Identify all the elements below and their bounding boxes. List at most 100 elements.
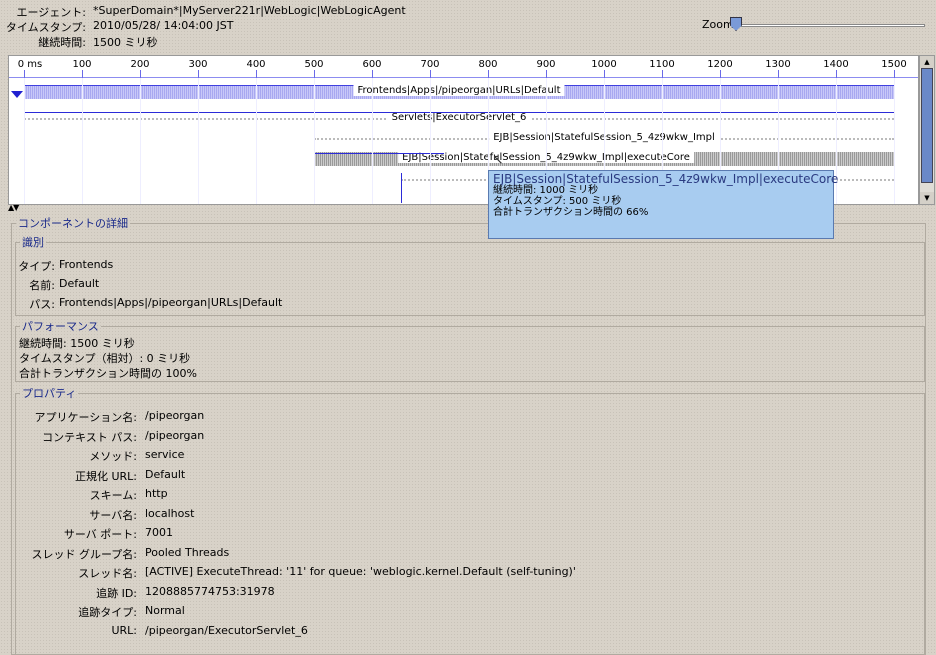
duration-value: 1500 ミリ秒 [93,36,158,49]
perf-duration: 継続時間: 1500 ミリ秒 [19,337,135,350]
ruler-tick [894,70,895,78]
ruler-tick-label: 1500 [881,59,907,70]
ruler-tick [372,70,373,78]
scroll-down-icon[interactable]: ▼ [920,192,934,204]
row-connector [401,173,402,203]
tooltip: EJB|Session|StatefulSession_5_4z9wkw_Imp… [488,170,839,239]
ruler-tick [140,70,141,78]
zoom-slider-track[interactable] [735,24,925,27]
row-connector [314,153,444,154]
property-label: スキーム: [89,489,137,502]
ruler-tick [488,70,489,78]
property-label: コンテキスト パス: [42,430,137,444]
ruler-tick [778,70,779,78]
property-value: localhost [145,506,195,520]
property-value: http [145,487,168,500]
ruler-tick-label: 1000 [591,59,617,70]
zoom-label: Zoom [702,18,734,31]
ruler-tick-label: 700 [420,59,440,70]
ruler-tick-label: 500 [304,59,324,70]
ruler-tick-label: 600 [362,59,382,70]
property-value: /pipeorgan/ExecutorServlet_6 [145,623,308,637]
ruler-tick [720,70,721,78]
property-label: URL: [111,623,137,637]
property-label: サーバ ポート: [63,528,137,541]
perf-percent: 合計トランザクション時間の 100% [19,367,197,380]
performance-title: パフォーマンス [22,320,99,333]
path-value: Frontends|Apps|/pipeorgan|URLs|Default [59,296,283,309]
scroll-up-icon[interactable]: ▲ [920,56,934,68]
ruler-tick [662,70,663,78]
ruler-tick [604,70,605,78]
identity-title: 識別 [22,236,44,249]
property-label: 追跡タイプ: [78,606,137,619]
grid-line [24,78,25,204]
splitter-arrows-icon[interactable]: ▲▼ [8,203,19,212]
path-label: パス: [29,298,55,311]
property-value: Pooled Threads [145,545,230,559]
ruler-tick-label: 900 [536,59,556,70]
ruler-tick-label: 200 [130,59,150,70]
property-value: /pipeorgan [145,409,205,422]
property-label: メソッド: [89,450,137,463]
ruler-tick-label: 0 ms [17,59,43,70]
type-value: Frontends [59,258,114,271]
name-value: Default [59,277,100,290]
grid-line [430,78,431,204]
ruler-tick-label: 300 [188,59,208,70]
grid-line [372,78,373,204]
timeline-row[interactable]: Servlets|ExecutorServlet_6 [24,112,894,126]
ruler-tick [82,70,83,78]
duration-label: 継続時間: [38,36,86,49]
time-ruler: 0 ms 100 200 300 400 500 600 700 800 900 1000 1100 1… [9,56,918,78]
ruler-tick [198,70,199,78]
properties-title: プロパティ [22,387,77,400]
ruler-tick [430,70,431,78]
ruler-tick-label: 1400 [823,59,849,70]
grid-line [314,78,315,204]
ruler-tick [24,70,25,78]
ruler-tick-label: 1100 [649,59,675,70]
mouse-cursor-icon: ↖ [492,152,504,168]
ruler-tick [256,70,257,78]
property-value: 7001 [145,526,173,539]
collapse-triangle-icon[interactable] [11,91,23,98]
property-label: アプリケーション名: [34,411,138,424]
ruler-tick [314,70,315,78]
timeline-row[interactable]: Frontends|Apps|/pipeorgan|URLs|Default [24,85,894,99]
scrollbar-thumb[interactable] [921,68,933,183]
grid-line [140,78,141,204]
tooltip-title: EJB|Session|StatefulSession_5_4z9wkw_Imp… [493,172,839,186]
property-value: Normal [145,604,185,617]
timeline-row-label: Frontends|Apps|/pipeorgan|URLs|Default [353,85,565,96]
property-value: 1208885774753:31978 [145,584,275,598]
ruler-tick-label: 1200 [707,59,733,70]
property-value: Default [145,467,186,481]
perf-timestamp: タイムスタンプ（相対）: 0 ミリ秒 [19,352,191,365]
timestamp-label: タイムスタンプ: [5,21,86,34]
ruler-tick-label: 1300 [765,59,791,70]
type-label: タイプ: [18,260,55,273]
property-value: /pipeorgan [145,428,205,442]
agent-label: エージェント: [16,6,87,19]
tooltip-duration: 継続時間: 1000 ミリ秒 [493,185,599,196]
property-label: サーバ名: [89,508,137,522]
property-value: [ACTIVE] ExecuteThread: '11' for queue: … [145,565,576,578]
timeline-row-label: Servlets|ExecutorServlet_6 [387,112,531,123]
ruler-tick-label: 400 [246,59,266,70]
agent-value: *SuperDomain*|MyServer221r|WebLogic|WebL… [93,4,406,17]
property-label: 追跡 ID: [96,586,137,600]
property-label: 正規化 URL: [74,469,137,483]
grid-line [198,78,199,204]
grid-line [256,78,257,204]
ruler-tick-label: 800 [478,59,498,70]
name-label: 名前: [29,279,55,292]
timestamp-value: 2010/05/28/ 14:04:00 JST [93,19,234,32]
property-label: スレッド名: [78,567,137,580]
timeline-scrollbar[interactable]: ▲ ▼ [919,55,935,205]
tooltip-percent: 合計トランザクション時間の 66% [493,207,649,218]
ruler-tick [836,70,837,78]
grid-line [82,78,83,204]
property-value: service [145,448,185,461]
tooltip-timestamp: タイムスタンプ: 500 ミリ秒 [493,196,622,207]
